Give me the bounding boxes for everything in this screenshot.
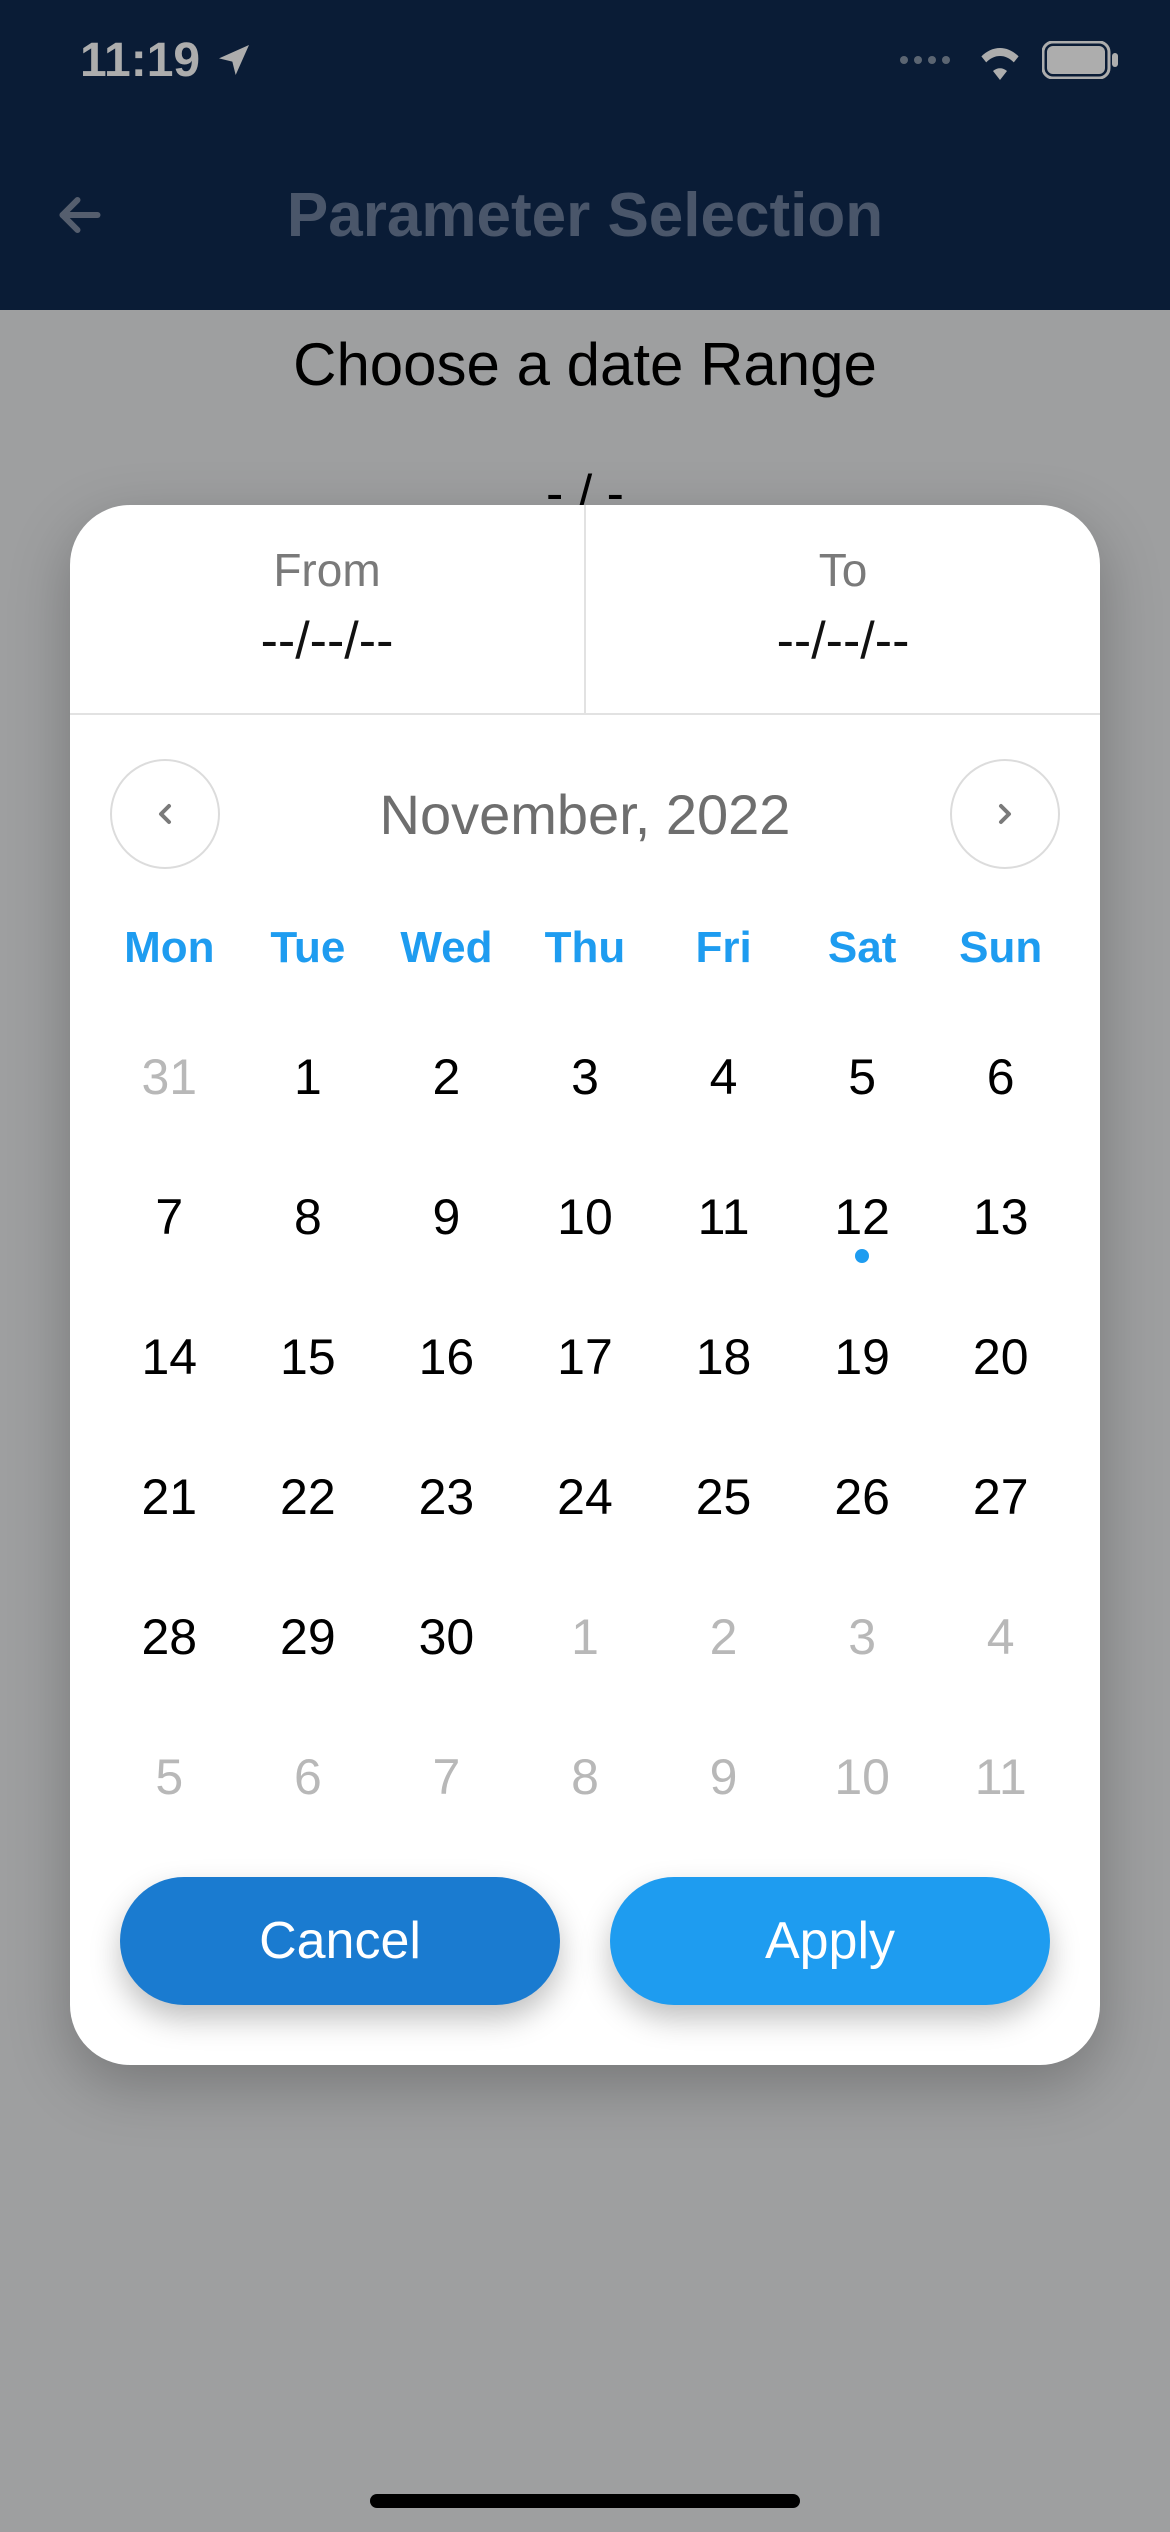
calendar-day[interactable]: 15 [239, 1287, 378, 1427]
cancel-button[interactable]: Cancel [120, 1877, 560, 2005]
calendar-day[interactable]: 8 [239, 1147, 378, 1287]
to-value: --/--/-- [586, 611, 1100, 671]
calendar-day[interactable]: 11 [654, 1147, 793, 1287]
calendar-day[interactable]: 17 [516, 1287, 655, 1427]
calendar-day[interactable]: 1 [239, 1007, 378, 1147]
calendar-day: 2 [654, 1567, 793, 1707]
next-month-button[interactable] [950, 759, 1060, 869]
weekday-header: Fri [654, 905, 793, 1007]
calendar-day[interactable]: 18 [654, 1287, 793, 1427]
calendar-day: 31 [100, 1007, 239, 1147]
calendar-day[interactable]: 26 [793, 1427, 932, 1567]
calendar-day: 1 [516, 1567, 655, 1707]
weekday-header: Thu [516, 905, 655, 1007]
calendar-day[interactable]: 6 [931, 1007, 1070, 1147]
modal-scrim-top [0, 0, 1170, 310]
from-label: From [70, 543, 584, 597]
calendar-day[interactable]: 5 [793, 1007, 932, 1147]
calendar-day[interactable]: 2 [377, 1007, 516, 1147]
calendar-day[interactable]: 28 [100, 1567, 239, 1707]
weekday-header: Tue [239, 905, 378, 1007]
prev-month-button[interactable] [110, 759, 220, 869]
month-nav: November, 2022 [70, 715, 1100, 905]
calendar-day[interactable]: 27 [931, 1427, 1070, 1567]
calendar-day[interactable]: 29 [239, 1567, 378, 1707]
today-indicator-icon [855, 1249, 869, 1263]
calendar-day[interactable]: 12 [793, 1147, 932, 1287]
calendar-day[interactable]: 13 [931, 1147, 1070, 1287]
range-header: From --/--/-- To --/--/-- [70, 505, 1100, 715]
weekday-header: Sun [931, 905, 1070, 1007]
calendar-day: 3 [793, 1567, 932, 1707]
calendar-day[interactable]: 7 [100, 1147, 239, 1287]
calendar-day[interactable]: 16 [377, 1287, 516, 1427]
weekday-header: Sat [793, 905, 932, 1007]
apply-button[interactable]: Apply [610, 1877, 1050, 2005]
calendar-day[interactable]: 21 [100, 1427, 239, 1567]
calendar-day[interactable]: 30 [377, 1567, 516, 1707]
calendar-grid: MonTueWedThuFriSatSun3112345678910111213… [70, 905, 1100, 1847]
to-label: To [586, 543, 1100, 597]
calendar-day: 6 [239, 1707, 378, 1847]
date-range-modal: From --/--/-- To --/--/-- November, 2022… [70, 505, 1100, 2065]
calendar-day[interactable]: 14 [100, 1287, 239, 1427]
calendar-day[interactable]: 9 [377, 1147, 516, 1287]
calendar-day[interactable]: 25 [654, 1427, 793, 1567]
calendar-day: 11 [931, 1707, 1070, 1847]
weekday-header: Mon [100, 905, 239, 1007]
calendar-day: 4 [931, 1567, 1070, 1707]
calendar-day: 8 [516, 1707, 655, 1847]
calendar-day: 5 [100, 1707, 239, 1847]
from-column[interactable]: From --/--/-- [70, 505, 584, 713]
calendar-day[interactable]: 19 [793, 1287, 932, 1427]
calendar-day[interactable]: 24 [516, 1427, 655, 1567]
calendar-day[interactable]: 20 [931, 1287, 1070, 1427]
calendar-day[interactable]: 22 [239, 1427, 378, 1567]
calendar-day: 9 [654, 1707, 793, 1847]
home-indicator[interactable] [370, 2494, 800, 2508]
month-title[interactable]: November, 2022 [380, 782, 791, 847]
calendar-day: 10 [793, 1707, 932, 1847]
calendar-day[interactable]: 4 [654, 1007, 793, 1147]
calendar-day[interactable]: 3 [516, 1007, 655, 1147]
to-column[interactable]: To --/--/-- [584, 505, 1100, 713]
calendar-day: 7 [377, 1707, 516, 1847]
from-value: --/--/-- [70, 611, 584, 671]
modal-buttons: Cancel Apply [70, 1847, 1100, 2005]
calendar-day[interactable]: 10 [516, 1147, 655, 1287]
weekday-header: Wed [377, 905, 516, 1007]
calendar-day[interactable]: 23 [377, 1427, 516, 1567]
